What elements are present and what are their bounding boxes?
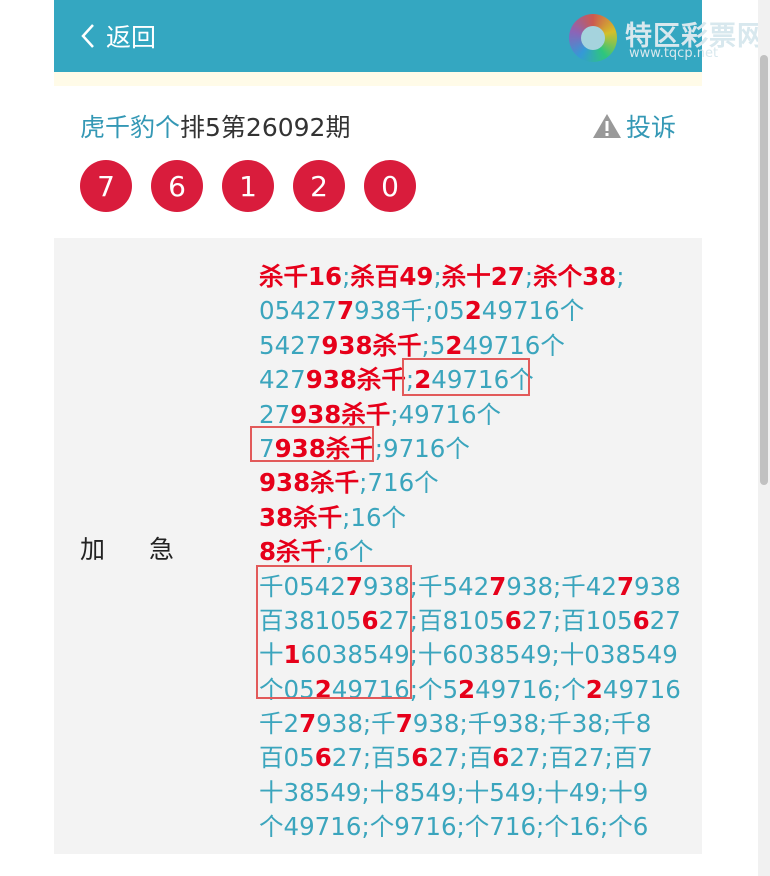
plain-text: 05427: [259, 296, 337, 326]
highlight-box: [250, 426, 374, 462]
prediction-line: 个49716;个9716;个716;个16;个6: [259, 810, 689, 844]
plain-text: 49716;个: [475, 674, 586, 704]
highlight-text: 杀百49: [350, 262, 434, 291]
number-ball: 1: [222, 160, 274, 212]
plain-text: 27;百105: [521, 605, 633, 635]
plain-text: 49716个: [462, 330, 565, 360]
highlight-text: 2: [464, 296, 482, 326]
report-button[interactable]: 投诉: [592, 108, 676, 144]
draw-numbers: 7 6 1 2 0: [80, 160, 435, 212]
highlight-text: 938杀千: [321, 330, 422, 360]
notice-strip: [54, 72, 702, 86]
plain-text: 938;千: [316, 709, 396, 739]
prediction-panel: 加急 杀千16;杀百49;杀十27;杀个38; 054277938千;052497…: [54, 238, 702, 854]
prediction-line: 十38549;十8549;十549;十49;十9: [259, 776, 689, 810]
plain-text: ;6个: [325, 537, 374, 567]
highlight-text: 6: [504, 605, 522, 635]
back-button[interactable]: 返回: [80, 18, 156, 54]
page-frame: 返回 特区彩票网 www.tqcp.net 虎千豹个排5第26092期 投诉 7…: [54, 0, 764, 876]
page-title: 虎千豹个排5第26092期: [80, 108, 350, 144]
highlight-text: 杀个38: [533, 262, 617, 291]
highlight-text: 7: [395, 709, 413, 739]
plain-text: ;: [616, 262, 625, 291]
plain-text: ;: [524, 262, 534, 291]
highlight-text: 7: [616, 571, 635, 601]
logo-url: www.tqcp.net: [629, 46, 719, 61]
number-ball: 0: [364, 160, 416, 212]
plain-text: 27;百5: [331, 743, 412, 773]
prediction-line: 38杀千;16个: [259, 501, 689, 535]
highlight-text: 6: [314, 743, 332, 773]
plain-text: ;9716个: [374, 433, 470, 463]
plain-text: ;: [433, 262, 442, 291]
prediction-line: 杀千16;杀百49;杀十27;杀个38;: [259, 260, 689, 294]
number-ball: 2: [293, 160, 345, 212]
highlight-text: 杀十27: [441, 262, 525, 291]
highlight-text: 6: [411, 743, 429, 773]
site-logo: 特区彩票网 www.tqcp.net: [569, 10, 769, 66]
plain-text: ;5: [421, 330, 446, 360]
highlight-text: 938杀千: [305, 365, 406, 395]
highlight-text: 2: [458, 674, 476, 704]
highlight-text: 938杀千: [290, 399, 391, 429]
plain-text: 938千;05: [354, 296, 465, 326]
highlight-text: 38杀千: [259, 502, 343, 532]
highlight-text: 2: [585, 674, 603, 704]
row-label: 加急: [80, 535, 219, 564]
highlight-box: [402, 358, 530, 396]
number-ball: 7: [80, 160, 132, 212]
scrollbar[interactable]: [758, 0, 770, 876]
logo-emblem-icon: [569, 14, 617, 62]
highlight-text: 7: [336, 296, 355, 326]
plain-text: ;716个: [359, 468, 439, 498]
highlight-box: [256, 565, 412, 699]
plain-text: 27;百: [428, 743, 493, 773]
plain-text: 千2: [259, 709, 300, 739]
author-link[interactable]: 虎千豹个: [80, 113, 180, 142]
chevron-left-icon: [81, 24, 94, 48]
plain-text: 27: [649, 605, 681, 635]
prediction-line: 百05627;百5627;百627;百27;百7: [259, 741, 689, 775]
plain-text: 27;百27;百7: [509, 743, 653, 773]
prediction-line: 938杀千;716个: [259, 466, 689, 500]
prediction-line: 054277938千;05249716个: [259, 294, 689, 328]
prediction-line: 千27938;千7938;千938;千38;千8: [259, 707, 689, 741]
plain-text: 个49716;个9716;个716;个16;个6: [259, 812, 649, 842]
prediction-content: 杀千16;杀百49;杀十27;杀个38; 054277938千;05249716个…: [259, 260, 689, 845]
number-ball: 6: [151, 160, 203, 212]
scrollbar-thumb[interactable]: [760, 55, 768, 485]
highlight-text: 7: [489, 571, 507, 601]
highlight-text: 6: [492, 743, 510, 773]
plain-text: 938;千42: [506, 571, 617, 601]
plain-text: 49716: [602, 674, 681, 704]
highlight-text: 2: [445, 330, 463, 360]
plain-text: 938: [634, 571, 681, 601]
issue-title: 排5第26092期: [180, 113, 351, 142]
top-bar: 返回 特区彩票网 www.tqcp.net: [54, 0, 764, 72]
back-label: 返回: [106, 23, 157, 52]
highlight-text: 6: [632, 605, 650, 635]
plain-text: ;49716个: [390, 399, 502, 429]
plain-text: 427: [259, 365, 306, 395]
plain-text: 938;千938;千38;千8: [412, 709, 652, 739]
plain-text: 49716个: [481, 296, 585, 326]
highlight-text: 938杀千: [259, 468, 360, 498]
highlight-text: 8杀千: [259, 537, 326, 567]
plain-text: ;16个: [342, 502, 407, 532]
plain-text: 27: [259, 399, 291, 429]
plain-text: 十38549;十8549;十549;十49;十9: [259, 777, 649, 807]
highlight-text: 7: [299, 709, 317, 739]
warning-icon: [592, 114, 621, 138]
report-label: 投诉: [625, 113, 676, 142]
highlight-text: 杀千16: [259, 262, 343, 291]
plain-text: 5427: [259, 330, 322, 360]
plain-text: 百05: [259, 743, 315, 773]
